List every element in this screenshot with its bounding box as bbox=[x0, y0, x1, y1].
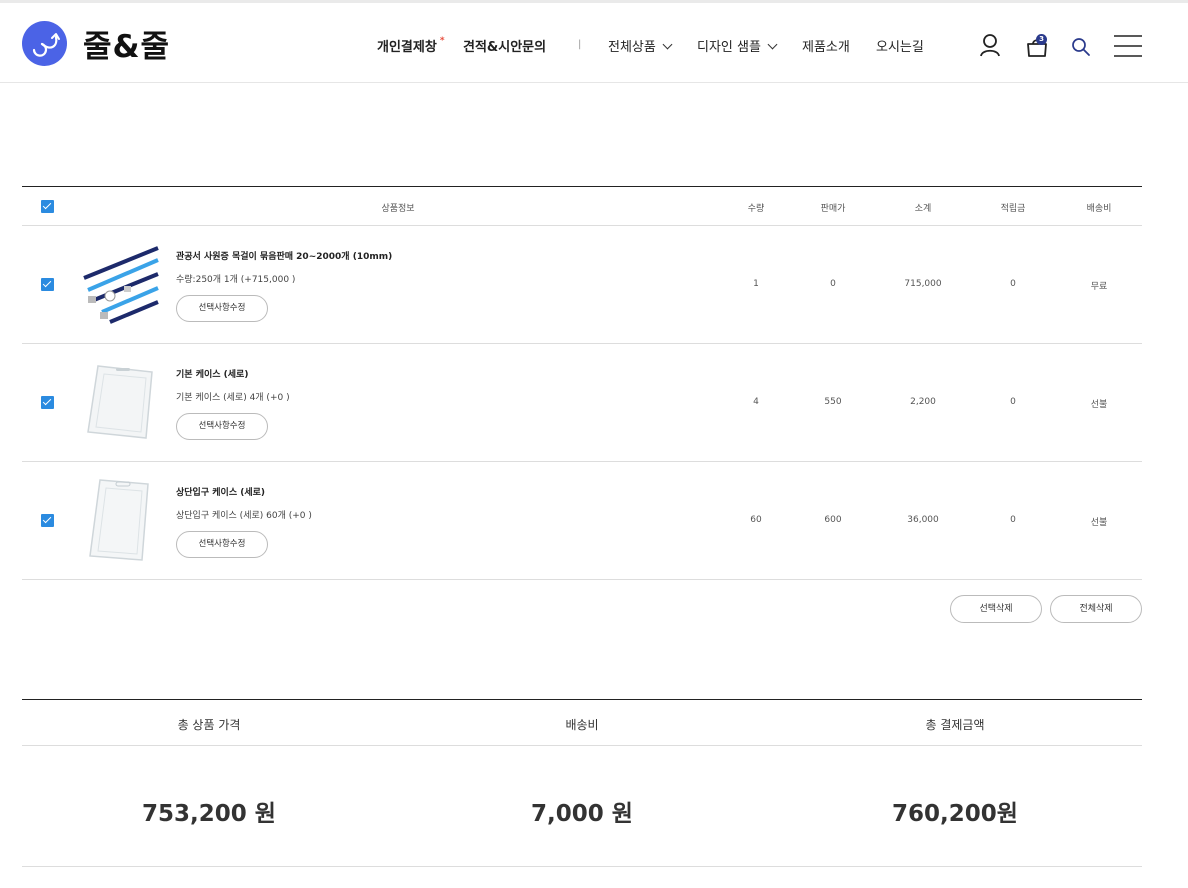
product-thumbnail-top-entry-case[interactable] bbox=[80, 474, 160, 564]
shipping-cell: 무료 bbox=[1090, 282, 1108, 292]
subtotal-cell: 715,000 bbox=[904, 279, 942, 289]
points-cell: 0 bbox=[1010, 515, 1016, 525]
row-checkbox[interactable] bbox=[41, 396, 54, 409]
row-checkbox[interactable] bbox=[41, 278, 54, 291]
product-option: 기본 케이스 (세로) 4개 (+0 ) bbox=[176, 393, 290, 403]
row-checkbox[interactable] bbox=[41, 514, 54, 527]
product-name[interactable]: 관공서 사원증 목걸이 묶음판매 20~2000개 (10mm) bbox=[176, 249, 392, 262]
quantity-cell: 1 bbox=[753, 279, 759, 289]
cart-count-badge: 3 bbox=[1036, 34, 1047, 45]
product-name[interactable]: 기본 케이스 (세로) bbox=[176, 367, 248, 380]
site-header: 줄&줄 개인결제창 * 견적&시안문의 | 전체상품 디자인 샘플 제품소개 오시… bbox=[0, 0, 1188, 83]
hamburger-menu-icon[interactable] bbox=[1114, 34, 1142, 58]
product-name[interactable]: 상단입구 케이스 (세로) bbox=[176, 485, 265, 498]
price-cell: 600 bbox=[824, 515, 842, 525]
search-icon[interactable] bbox=[1071, 37, 1091, 57]
product-thumbnail-lanyard[interactable] bbox=[80, 238, 160, 328]
chevron-down-icon bbox=[767, 39, 778, 50]
select-all-checkbox[interactable] bbox=[41, 200, 54, 213]
edit-options-button[interactable]: 선택사항수정 bbox=[176, 413, 268, 440]
edit-options-button[interactable]: 선택사항수정 bbox=[176, 295, 268, 322]
table-row: 관공서 사원증 목걸이 묶음판매 20~2000개 (10mm) 수량:250개… bbox=[22, 226, 1142, 344]
nav-item-directions[interactable]: 오시는길 bbox=[876, 36, 924, 55]
total-product-price-label: 총 상품 가격 bbox=[177, 718, 241, 732]
delete-selected-button[interactable]: 선택삭제 bbox=[950, 595, 1042, 623]
brand-name: 줄&줄 bbox=[83, 29, 171, 65]
user-icon[interactable] bbox=[979, 33, 1001, 57]
column-header-subtotal: 소계 bbox=[914, 204, 932, 214]
price-cell: 550 bbox=[824, 397, 842, 407]
order-summary: 총 상품 가격 배송비 총 결제금액 753,200 원 7,000 원 760… bbox=[22, 699, 1142, 867]
product-option: 상단입구 케이스 (세로) 60개 (+0 ) bbox=[176, 511, 312, 521]
nav-item-label: 디자인 샘플 bbox=[697, 40, 761, 55]
table-row: 기본 케이스 (세로) 기본 케이스 (세로) 4개 (+0 ) 선택사항수정 … bbox=[22, 344, 1142, 462]
shipping-cell: 선불 bbox=[1090, 518, 1108, 528]
nav-item-design-samples[interactable]: 디자인 샘플 bbox=[697, 36, 778, 55]
table-row: 상단입구 케이스 (세로) 상단입구 케이스 (세로) 60개 (+0 ) 선택… bbox=[22, 462, 1142, 580]
subtotal-cell: 36,000 bbox=[907, 515, 939, 525]
logo-mark-icon bbox=[22, 21, 67, 66]
column-header-quantity: 수량 bbox=[747, 204, 765, 214]
summary-header: 총 상품 가격 배송비 총 결제금액 bbox=[22, 700, 1142, 746]
nav-item-product-intro[interactable]: 제품소개 bbox=[802, 36, 850, 55]
site-logo[interactable]: 줄&줄 bbox=[22, 21, 170, 66]
total-payment-value: 760,200원 bbox=[892, 801, 1018, 827]
column-header-shipping: 배송비 bbox=[1086, 204, 1112, 214]
nav-item-label: 전체상품 bbox=[608, 40, 656, 55]
shipping-fee-value: 7,000 원 bbox=[531, 801, 633, 827]
quantity-cell: 60 bbox=[750, 515, 762, 525]
product-thumbnail-case-vertical[interactable] bbox=[80, 356, 160, 446]
table-header: 상품정보 수량 판매가 소계 적립금 배송비 bbox=[22, 186, 1142, 226]
chevron-down-icon bbox=[662, 39, 673, 50]
shipping-cell: 선불 bbox=[1090, 400, 1108, 410]
cart-table: 상품정보 수량 판매가 소계 적립금 배송비 관공서 사원증 목걸이 묶음판매 … bbox=[22, 186, 1142, 580]
nav-item-label: 개인결제창 bbox=[377, 40, 437, 55]
delete-all-button[interactable]: 전체삭제 bbox=[1050, 595, 1142, 623]
column-header-points: 적립금 bbox=[1000, 204, 1026, 214]
quantity-cell: 4 bbox=[753, 397, 759, 407]
nav-item-all-products[interactable]: 전체상품 bbox=[608, 36, 673, 55]
nav-item-quote-inquiry[interactable]: 견적&시안문의 bbox=[463, 36, 546, 55]
column-header-product-info: 상품정보 bbox=[381, 204, 415, 214]
nav-separator: | bbox=[578, 39, 582, 50]
subtotal-cell: 2,200 bbox=[910, 397, 936, 407]
edit-options-button[interactable]: 선택사항수정 bbox=[176, 531, 268, 558]
total-payment-label: 총 결제금액 bbox=[925, 718, 985, 732]
nav-item-private-payment[interactable]: 개인결제창 * bbox=[377, 36, 445, 55]
price-cell: 0 bbox=[830, 279, 836, 289]
points-cell: 0 bbox=[1010, 397, 1016, 407]
total-product-price-value: 753,200 원 bbox=[142, 801, 276, 827]
points-cell: 0 bbox=[1010, 279, 1016, 289]
shipping-fee-label: 배송비 bbox=[565, 718, 599, 732]
product-option: 수량:250개 1개 (+715,000 ) bbox=[176, 275, 296, 285]
column-header-price: 판매가 bbox=[820, 204, 846, 214]
nav-dot: * bbox=[439, 36, 445, 46]
